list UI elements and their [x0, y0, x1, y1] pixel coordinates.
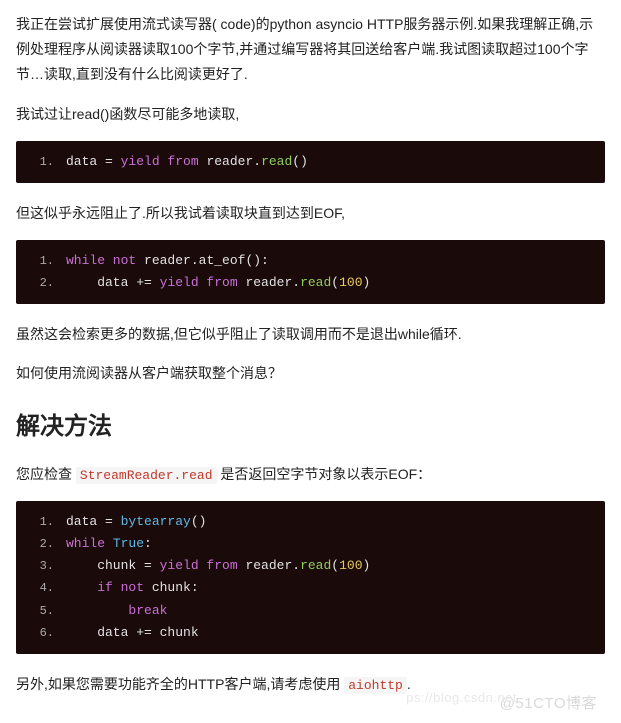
code-line: 5. break [30, 600, 591, 622]
code-token: chunk [66, 558, 144, 573]
trying-read-paragraph: 我试过让read()函数尽可能多地读取, [16, 102, 605, 127]
code-line: 6. data += chunk [30, 622, 591, 644]
code-line: 2. data += yield from reader.read(100) [30, 272, 591, 294]
code-line: 3. chunk = yield from reader.read(100) [30, 555, 591, 577]
line-number: 1. [30, 152, 54, 172]
line-number: 2. [30, 273, 54, 293]
line-number: 4. [30, 578, 54, 598]
line-number: 1. [30, 251, 54, 271]
code-token: if not [97, 580, 152, 595]
code-token: (): [245, 253, 268, 268]
code-token: read [261, 154, 292, 169]
more-data-paragraph: 虽然这会检索更多的数据,但它似乎阻止了读取调用而不是退出while循环. [16, 322, 605, 347]
solution-heading: 解决方法 [16, 405, 605, 448]
code-token: yield from [160, 275, 246, 290]
line-number: 6. [30, 623, 54, 643]
code-token: . [292, 558, 300, 573]
code-token [66, 580, 97, 595]
code-token: () [292, 154, 308, 169]
blocked-paragraph: 但这似乎永远阻止了.所以我试着读取块直到达到EOF, [16, 201, 605, 226]
code-token: while [66, 536, 113, 551]
code-token: ) [363, 558, 371, 573]
code-token: at_eof [199, 253, 246, 268]
code-token: reader [206, 154, 253, 169]
code-token: yield from [121, 154, 207, 169]
line-number: 3. [30, 556, 54, 576]
code-line: 4. if not chunk: [30, 577, 591, 599]
code-token: data [66, 514, 105, 529]
code-token: read [300, 558, 331, 573]
code-token: ( [331, 275, 339, 290]
code-token: 100 [339, 275, 362, 290]
code-block-1: 1. data = yield from reader.read() [16, 141, 605, 183]
code-token: chunk [152, 580, 191, 595]
intro-paragraph: 我正在尝试扩展使用流式读写器( code)的python asyncio HTT… [16, 12, 605, 88]
code-line: 1. data = bytearray() [30, 511, 591, 533]
code-token: += [136, 625, 159, 640]
code-token: read [300, 275, 331, 290]
code-token [66, 603, 128, 618]
code-token: () [191, 514, 207, 529]
code-token: ) [363, 275, 371, 290]
line-number: 5. [30, 601, 54, 621]
code-line: 1. data = yield from reader.read() [30, 151, 591, 173]
code-token: data [66, 275, 136, 290]
code-token: data [66, 154, 105, 169]
code-token: reader [245, 558, 292, 573]
code-token: = [144, 558, 160, 573]
code-line: 1. while not reader.at_eof(): [30, 250, 591, 272]
code-token: reader [245, 275, 292, 290]
code-token: = [105, 514, 121, 529]
code-token: 100 [339, 558, 362, 573]
code-token: reader [144, 253, 191, 268]
line-number: 2. [30, 534, 54, 554]
line-number: 1. [30, 512, 54, 532]
code-token: ( [331, 558, 339, 573]
also-paragraph: 另外,如果您需要功能齐全的HTTP客户端,请考虑使用 aiohttp. [16, 672, 605, 697]
code-token: . [191, 253, 199, 268]
code-token: . [253, 154, 261, 169]
watermark-text: @51CTO博客 [500, 695, 597, 712]
code-block-2: 1.while not reader.at_eof():2. data += y… [16, 240, 605, 304]
code-token: while not [66, 253, 144, 268]
also-pre: 另外,如果您需要功能齐全的HTTP客户端,请考虑使用 [16, 676, 344, 692]
code-token: data [66, 625, 136, 640]
code-token: bytearray [121, 514, 191, 529]
check-eof-paragraph: 您应检查 StreamReader.read 是否返回空字节对象以表示EOF： [16, 462, 605, 487]
code-token: break [128, 603, 167, 618]
code-token: True [113, 536, 144, 551]
inline-code-streamreader: StreamReader.read [76, 467, 217, 484]
code-token: : [191, 580, 199, 595]
code-token: += [136, 275, 159, 290]
code-token: yield from [160, 558, 246, 573]
code-token: . [292, 275, 300, 290]
check-eof-post: 是否返回空字节对象以表示EOF： [217, 466, 432, 482]
code-token: : [144, 536, 152, 551]
also-post: . [407, 676, 411, 692]
inline-code-aiohttp: aiohttp [344, 677, 407, 694]
how-to-paragraph: 如何使用流阅读器从客户端获取整个消息？ [16, 361, 605, 386]
code-block-3: 1.data = bytearray()2.while True:3. chun… [16, 501, 605, 654]
code-token: chunk [160, 625, 199, 640]
check-eof-pre: 您应检查 [16, 466, 76, 482]
code-line: 2. while True: [30, 533, 591, 555]
code-token: = [105, 154, 121, 169]
